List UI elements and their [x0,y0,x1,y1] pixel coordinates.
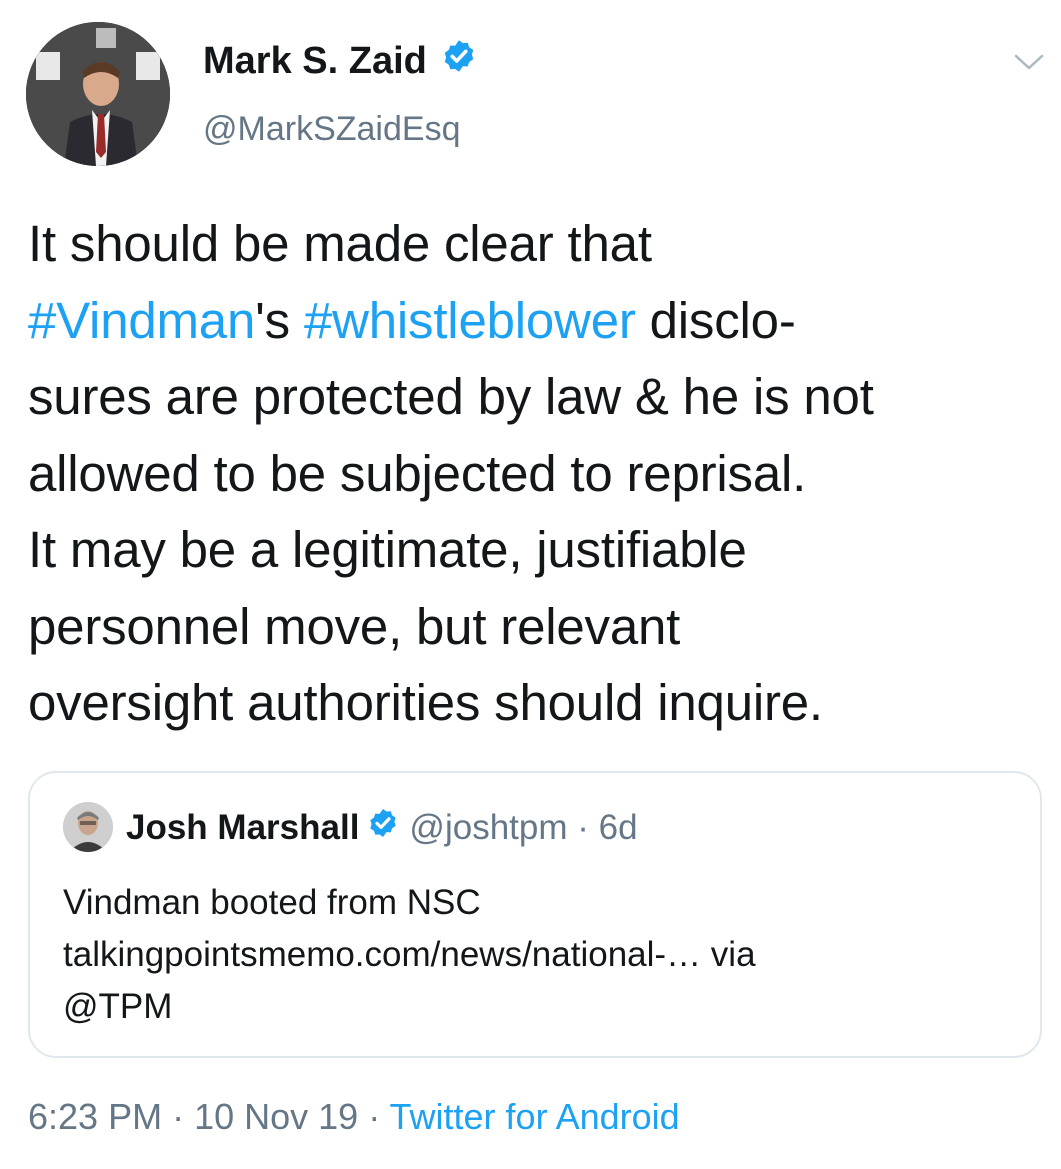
quoted-tweet-age: 6d [598,807,638,847]
quoted-line: talkingpointsmemo.com/news/national-… vi… [63,935,756,974]
quoted-tweet-card[interactable]: Josh Marshall @joshtpm · 6d Vindman boot… [28,771,1042,1058]
tweet-source-link[interactable]: Twitter for Android [390,1096,680,1137]
author-name-row[interactable]: Mark S. Zaid [203,38,477,84]
tweet-text-fragment: 's [255,291,304,349]
tweet-text-fragment: disclo- [635,291,796,349]
chevron-down-icon[interactable] [1012,50,1046,74]
tweet-line: oversight authorities should inquire. [28,674,823,731]
quoted-tweet-header: Josh Marshall @joshtpm · 6d [126,807,638,848]
quoted-tweet-text: Vindman booted from NSC talkingpointsmem… [63,877,1023,1033]
verified-badge-icon [441,38,477,84]
tweet-date[interactable]: 10 Nov 19 [194,1096,358,1137]
quoted-author-avatar [63,802,113,852]
tweet-line: #Vindman's #whistleblower disclo- [28,283,1038,360]
author-name[interactable]: Mark S. Zaid [203,40,427,83]
tweet-line: allowed to be subjected to reprisal. [28,444,807,502]
verified-badge-icon [367,807,399,848]
quoted-author-name: Josh Marshall [126,807,360,847]
tweet-line: personnel move, but relevant [28,597,681,655]
meta-separator: · [358,1096,390,1137]
tweet-line: It may be a legitimate, justifiable [28,521,747,578]
tweet-line: It should be made clear that [28,215,652,272]
tweet-line: sures are protected by law & he is not [28,368,874,425]
tweet-time[interactable]: 6:23 PM [28,1096,162,1137]
meta-separator: · [567,807,599,847]
hashtag-link[interactable]: #Vindman [28,292,255,349]
quoted-line: Vindman booted from NSC [63,883,481,922]
quoted-line: @TPM [63,987,173,1026]
meta-separator: · [162,1096,195,1137]
author-handle[interactable]: @MarkSZaidEsq [203,110,460,149]
tweet-text: It should be made clear that #Vindman's … [28,206,1038,742]
author-avatar[interactable] [26,22,170,166]
hashtag-link[interactable]: #whistleblower [304,292,636,349]
quoted-author-handle: @joshtpm [409,807,568,847]
tweet-footer: 6:23 PM · 10 Nov 19 · Twitter for Androi… [28,1096,680,1138]
